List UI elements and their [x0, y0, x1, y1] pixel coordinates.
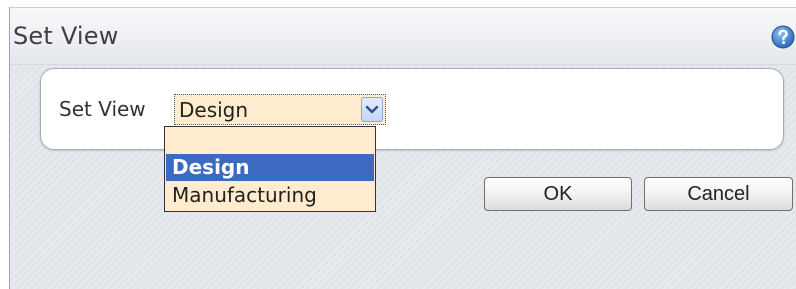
- screen: Set View Set View Design OK Cancel Desig…: [0, 0, 796, 289]
- view-select[interactable]: Design: [174, 94, 386, 125]
- dropdown-option-design[interactable]: Design: [166, 154, 374, 181]
- dropdown-arrow-button[interactable]: [361, 97, 383, 122]
- dialog-titlebar: Set View: [10, 8, 796, 65]
- ok-button[interactable]: OK: [484, 177, 632, 211]
- dropdown-option-empty[interactable]: [166, 128, 374, 155]
- cancel-button[interactable]: Cancel: [644, 177, 793, 211]
- set-view-label: Set View: [59, 97, 146, 121]
- form-panel: Set View Design: [40, 68, 784, 150]
- view-dropdown-list: Design Manufacturing: [164, 126, 376, 212]
- dropdown-option-manufacturing[interactable]: Manufacturing: [166, 182, 374, 209]
- left-edge: [0, 0, 9, 289]
- dialog-title: Set View: [13, 22, 119, 50]
- view-select-value: Design: [179, 98, 249, 122]
- set-view-dialog: Set View Set View Design OK Cancel: [9, 7, 796, 289]
- chevron-down-icon: [365, 105, 379, 114]
- help-icon[interactable]: [771, 25, 795, 49]
